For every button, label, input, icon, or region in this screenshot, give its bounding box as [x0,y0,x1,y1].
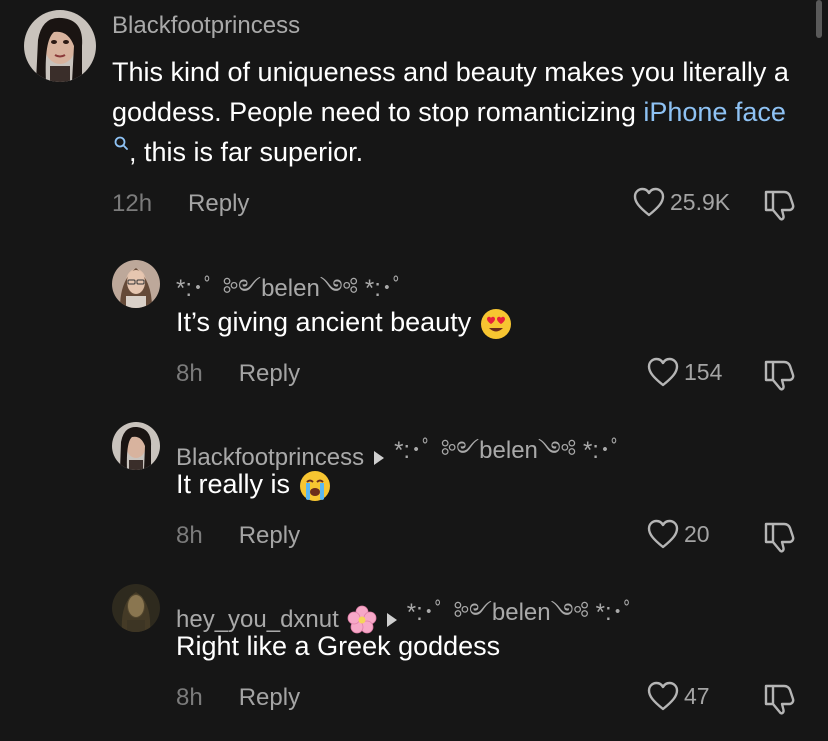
avatar[interactable] [112,260,160,308]
comment-meta: 12h Reply [112,190,249,218]
like-count: 25.9K [670,188,731,215]
reply-button[interactable]: Reply [239,360,300,388]
dislike-icon[interactable] [762,682,796,716]
reply-time: 8h [176,360,203,387]
loudly-crying-emoji-icon [298,469,332,503]
dislike-icon[interactable] [762,358,796,392]
reply-button[interactable]: Reply [239,522,300,550]
comment-username[interactable]: Blackfootprincess [112,12,300,40]
like-count: 154 [684,358,723,385]
reply-time: 8h [176,522,203,549]
reply-meta: 8h Reply [176,684,300,712]
like-button[interactable]: 47 [646,680,710,712]
dislike-icon[interactable] [762,520,796,554]
like-button[interactable]: 25.9K [632,186,730,218]
reply-meta: 8h Reply [176,360,300,388]
heart-icon [647,681,679,711]
reply-text: It’s giving ancient beauty [176,302,513,342]
avatar[interactable] [112,422,160,470]
reply-arrow-icon [374,450,385,465]
avatar[interactable] [112,584,160,632]
reply-button[interactable]: Reply [188,190,249,218]
like-button[interactable]: 20 [646,518,710,550]
like-count: 20 [684,520,710,547]
reply-button[interactable]: Reply [239,684,300,712]
search-icon [114,136,128,150]
dislike-icon[interactable] [762,188,796,222]
like-button[interactable]: 154 [646,356,722,388]
scrollbar[interactable] [816,0,822,38]
reply-meta: 8h Reply [176,522,300,550]
comment-time: 12h [112,190,153,217]
reply-time: 8h [176,684,203,711]
reply-to-username[interactable]: *:･ﾟ ༻belen༺ *:･ﾟ [394,424,623,491]
reply-arrow-icon [386,612,397,627]
like-count: 47 [684,682,710,709]
heart-icon [633,187,665,217]
reply-text: It really is [176,464,332,504]
avatar[interactable] [24,10,96,82]
reply-text: Right like a Greek goddess [176,631,501,661]
comments-screen: Blackfootprincess This kind of uniquenes… [0,0,828,741]
heart-eyes-emoji-icon [479,307,513,341]
comment-text: This kind of uniqueness and beauty makes… [112,57,789,167]
heart-icon [647,519,679,549]
heart-icon [647,357,679,387]
